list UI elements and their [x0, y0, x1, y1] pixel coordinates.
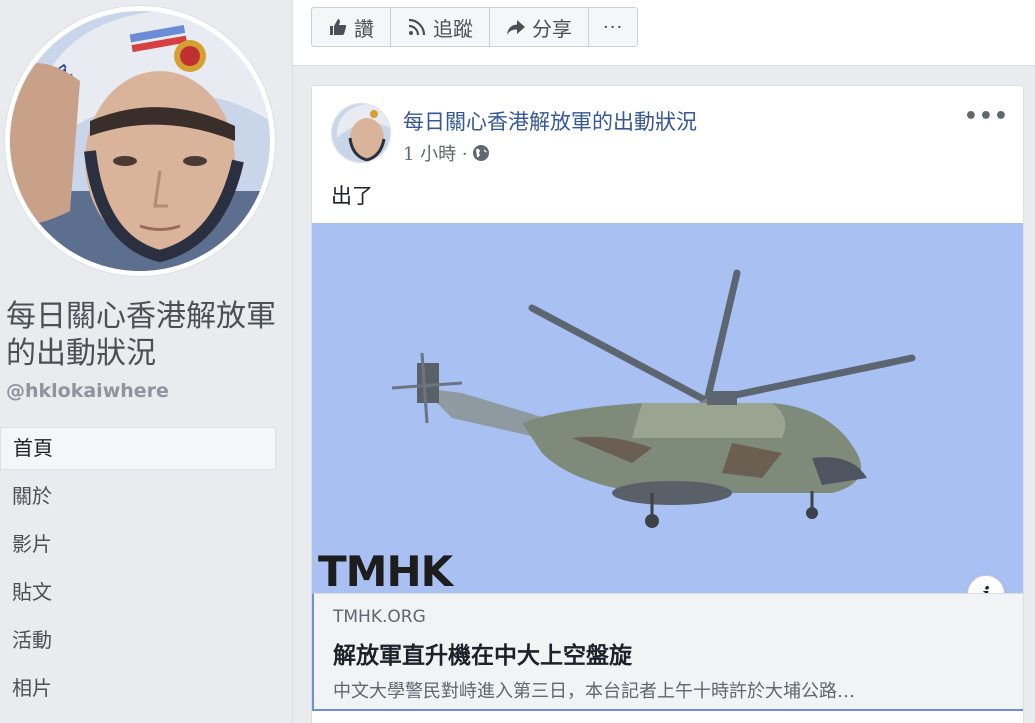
post-timestamp[interactable]: 1 小時 ·	[403, 140, 468, 166]
like-button[interactable]: 讚	[312, 8, 391, 46]
nav-item-posts[interactable]: 貼文	[0, 571, 276, 619]
link-title[interactable]: 解放軍直升機在中大上空盤旋	[333, 636, 632, 670]
page-title: 每日關心香港解放軍的出動狀況	[6, 299, 276, 371]
column-divider	[292, 0, 293, 723]
post-message: 出了	[331, 184, 373, 208]
nav-item-videos[interactable]: 影片	[0, 523, 276, 571]
link-preview-image[interactable]: TMHK	[312, 223, 1023, 593]
rss-follow-icon	[408, 18, 426, 36]
nav-item-home[interactable]: 首頁	[0, 427, 276, 470]
link-preview-box[interactable]: TMHK.ORG 解放軍直升機在中大上空盤旋 中文大學警民對峙進入第三日，本台記…	[312, 593, 1023, 711]
thumbs-up-icon	[330, 19, 347, 35]
link-domain: TMHK.ORG	[333, 607, 426, 627]
share-arrow-icon	[507, 20, 525, 35]
action-bar: 讚 追蹤 分享 ···	[311, 7, 639, 47]
page-nav: 首頁 關於 影片 貼文 活動 相片	[0, 427, 276, 715]
more-options-button[interactable]: ···	[589, 8, 637, 46]
page-profile-picture[interactable]: 察	[5, 6, 275, 276]
share-label: 分享	[532, 16, 572, 41]
page-action-area: 讚 追蹤 分享 ···	[293, 0, 1035, 66]
link-description: 中文大學警民對峙進入第三日，本台記者上午十時許於大埔公路…	[333, 681, 855, 702]
post-options-menu[interactable]: •••	[964, 104, 1009, 129]
post-author-name[interactable]: 每日關心香港解放軍的出動狀況	[403, 106, 697, 136]
post-author-avatar[interactable]	[331, 103, 391, 163]
post-meta: 1 小時 ·	[403, 140, 490, 166]
page-handle[interactable]: @hklokaiwhere	[6, 380, 169, 402]
follow-button[interactable]: 追蹤	[391, 8, 490, 46]
nav-item-photos[interactable]: 相片	[0, 667, 276, 715]
more-dots-icon: ···	[603, 16, 624, 38]
post-card: 每日關心香港解放軍的出動狀況 1 小時 · ••• 出了 TMHK TMHK.O…	[311, 85, 1024, 723]
profile-photo-soldier: 察	[10, 11, 270, 271]
follow-label: 追蹤	[433, 16, 473, 41]
like-label: 讚	[354, 16, 374, 41]
svg-text:TMHK: TMHK	[318, 547, 455, 593]
nav-item-events[interactable]: 活動	[0, 619, 276, 667]
share-button[interactable]: 分享	[490, 8, 589, 46]
nav-item-about[interactable]: 關於	[0, 475, 276, 523]
globe-icon	[472, 145, 489, 161]
page-sidebar: 察 每日關心香港解放軍的出動狀況 @hklokaiwhere 首頁 關於 影片 …	[0, 0, 292, 723]
